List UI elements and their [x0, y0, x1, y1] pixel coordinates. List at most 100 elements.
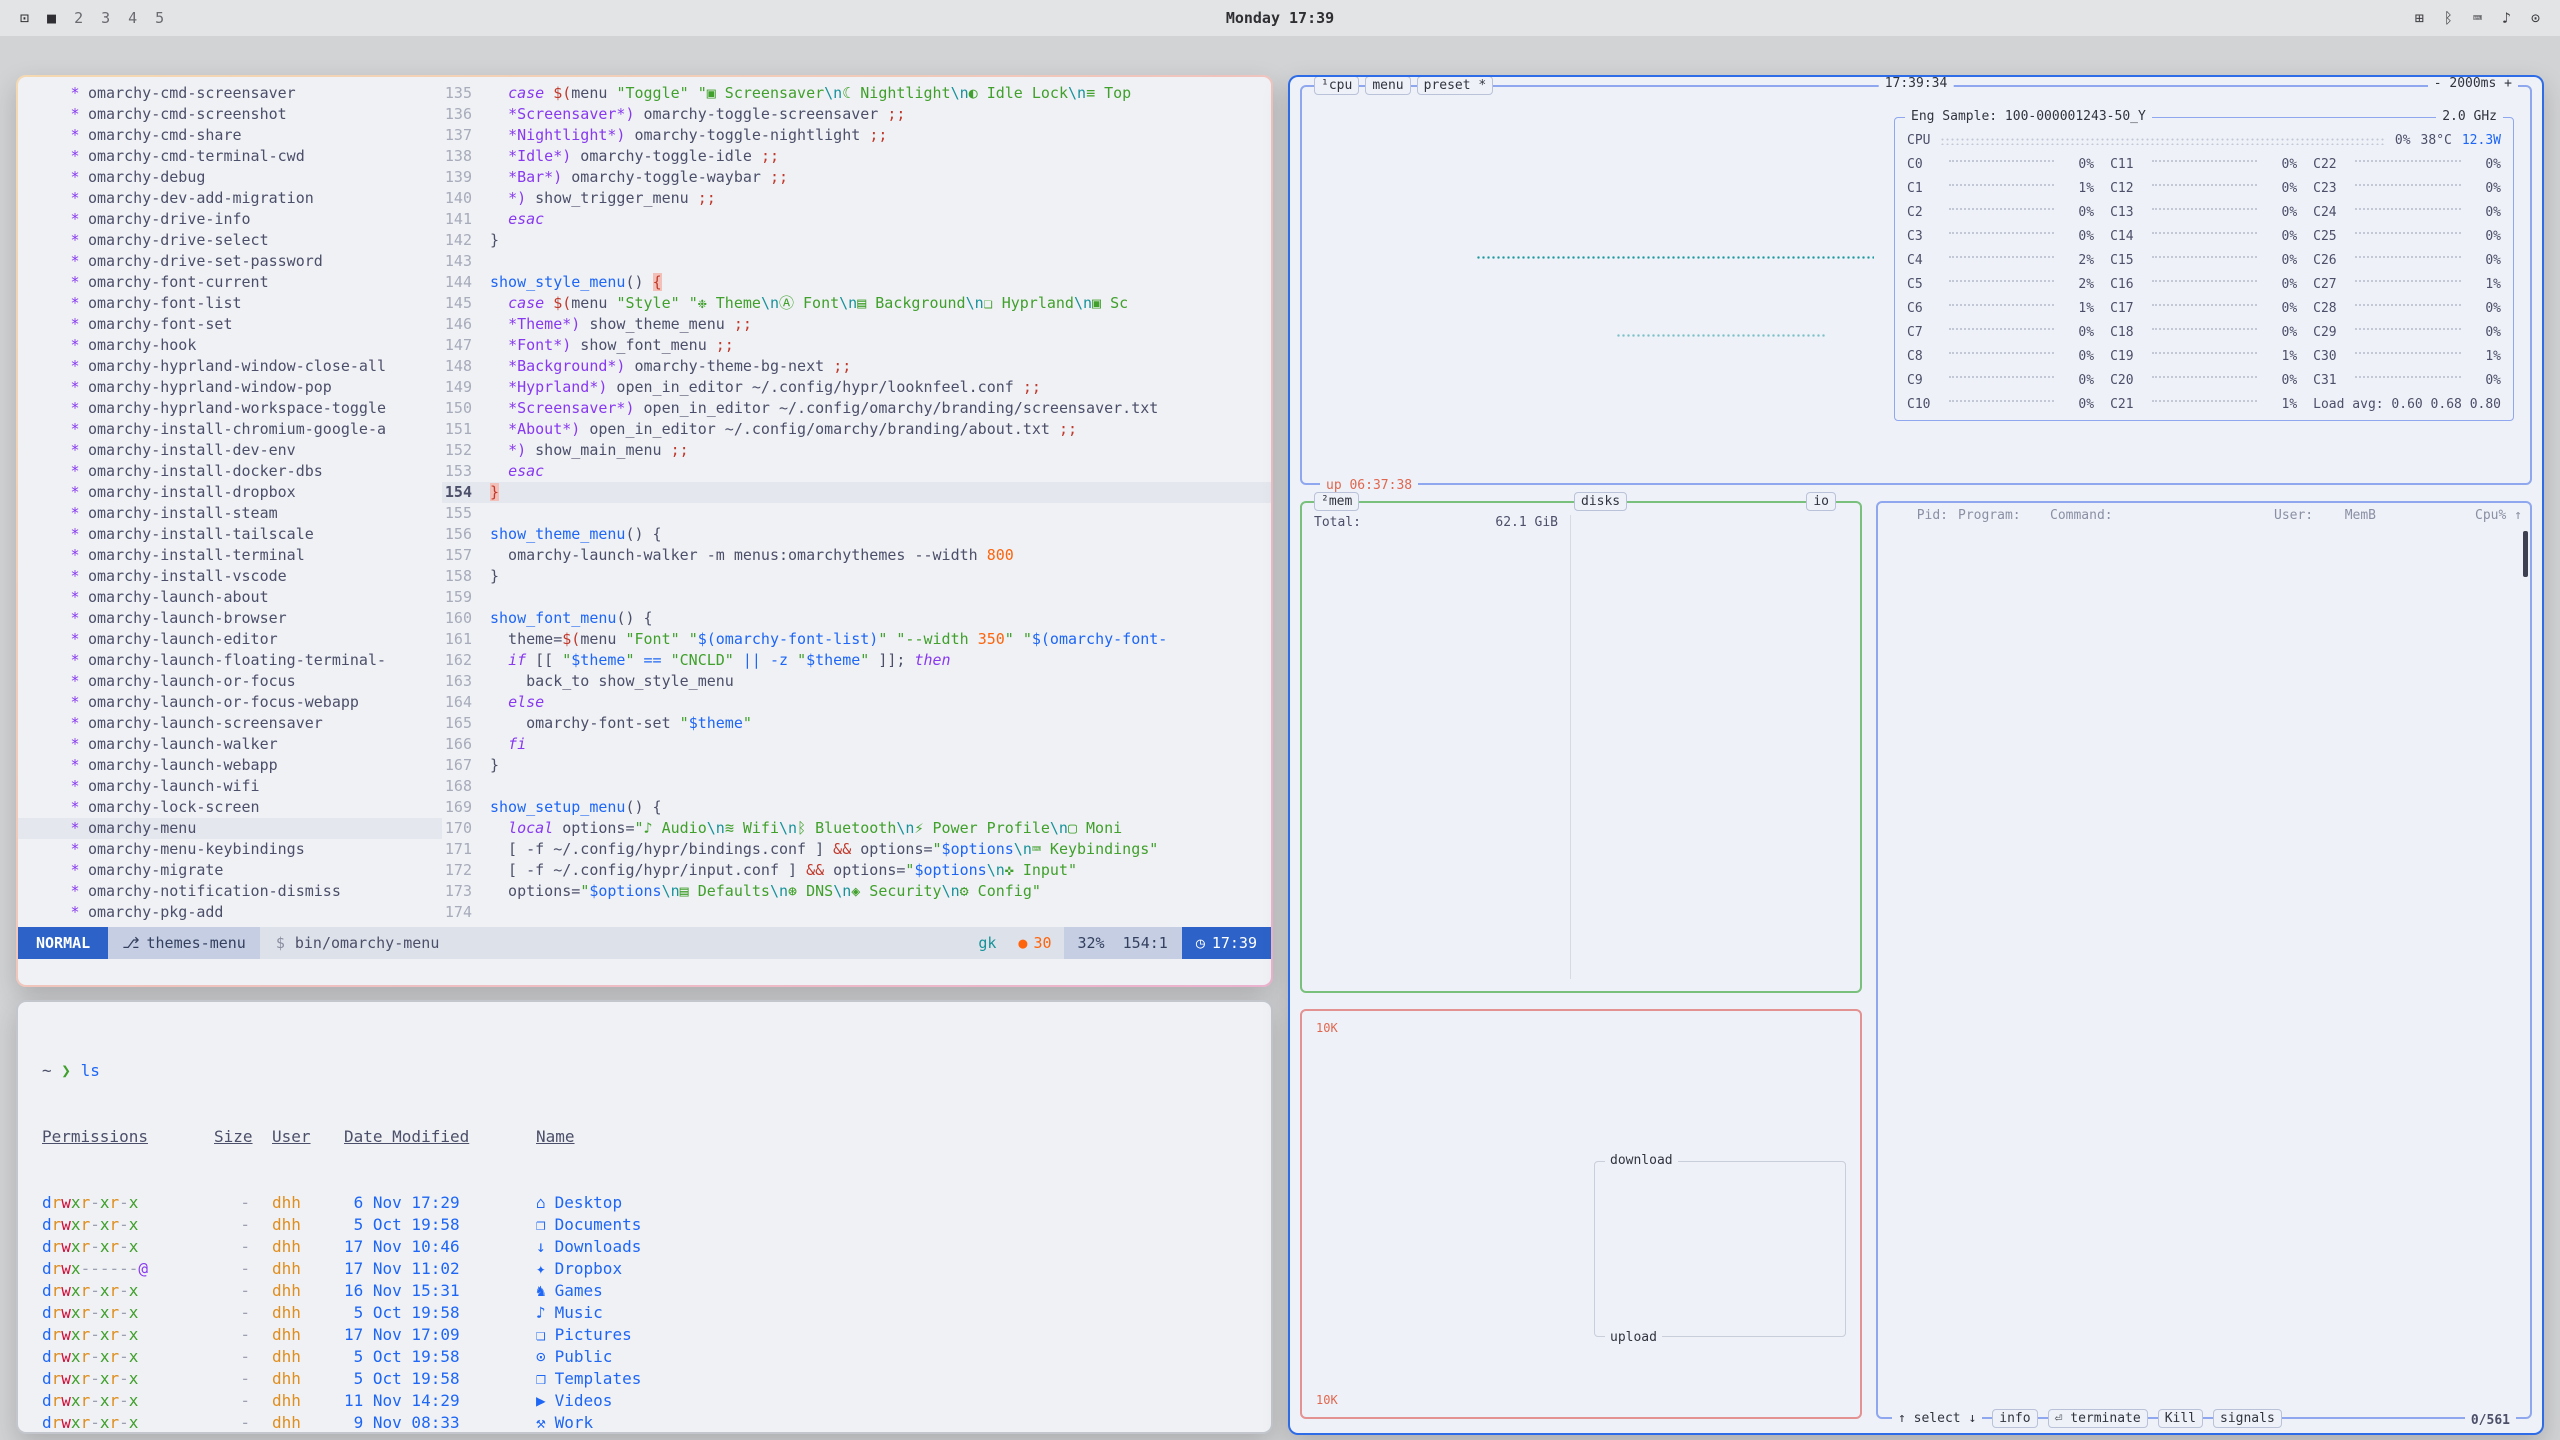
cpu-graph-line [1476, 255, 1874, 261]
line-number: 145 [442, 293, 490, 314]
keyboard-icon[interactable]: ⌨ [2473, 9, 2482, 27]
col-cpu[interactable]: Cpu% ↑ [2466, 508, 2522, 523]
file-item[interactable]: *omarchy-font-current [18, 272, 442, 293]
file-item[interactable]: *omarchy-launch-or-focus [18, 671, 442, 692]
file-item[interactable]: *omarchy-cmd-screenshot [18, 104, 442, 125]
cell-date: 17 Nov 10:46 [344, 1236, 536, 1258]
core-leader [2355, 160, 2461, 162]
file-item[interactable]: *omarchy-menu-keybindings [18, 839, 442, 860]
file-item[interactable]: *omarchy-launch-editor [18, 629, 442, 650]
col-pid[interactable]: Pid: [1888, 508, 1948, 523]
folder-name[interactable]: Work [555, 1413, 594, 1432]
file-item[interactable]: *omarchy-launch-walker [18, 734, 442, 755]
file-item[interactable]: *omarchy-install-steam [18, 503, 442, 524]
file-item[interactable]: *omarchy-notification-dismiss [18, 881, 442, 902]
cpu-tab-2[interactable]: menu [1365, 77, 1410, 95]
cell-size: - [214, 1324, 272, 1346]
folder-name[interactable]: Dropbox [555, 1259, 622, 1278]
update-interval[interactable]: - 2000ms + [2428, 77, 2518, 91]
folder-name[interactable]: Templates [555, 1369, 642, 1388]
file-item[interactable]: *omarchy-migrate [18, 860, 442, 881]
folder-name[interactable]: Desktop [555, 1193, 622, 1212]
file-item[interactable]: *omarchy-install-dropbox [18, 482, 442, 503]
file-item[interactable]: *omarchy-menu [18, 818, 442, 839]
workspace-3[interactable]: 2 [74, 9, 83, 27]
cpu-tab-1[interactable]: ¹cpu [1314, 77, 1359, 95]
file-item[interactable]: *omarchy-cmd-share [18, 125, 442, 146]
file-item[interactable]: *omarchy-install-terminal [18, 545, 442, 566]
workspace-1[interactable]: ⊡ [20, 9, 29, 27]
col-user[interactable]: User: [2274, 508, 2330, 523]
file-item[interactable]: *omarchy-dev-add-migration [18, 188, 442, 209]
file-item[interactable]: *omarchy-pkg-add [18, 902, 442, 923]
file-item[interactable]: *omarchy-drive-select [18, 230, 442, 251]
file-item[interactable]: *omarchy-launch-browser [18, 608, 442, 629]
ls-rows: drwxr-xr-x-dhh 6 Nov 17:29⌂Desktopdrwxr-… [42, 1192, 1247, 1432]
col-command[interactable]: Command: [2050, 508, 2274, 523]
file-item[interactable]: *omarchy-launch-screensaver [18, 713, 442, 734]
cell-date: 5 Oct 19:58 [344, 1302, 536, 1324]
folder-name[interactable]: Games [555, 1281, 603, 1300]
core-leader [2152, 304, 2257, 306]
file-item[interactable]: *omarchy-launch-or-focus-webapp [18, 692, 442, 713]
folder-name[interactable]: Music [555, 1303, 603, 1322]
io-tab[interactable]: io [1806, 492, 1836, 511]
folder-name[interactable]: Public [555, 1347, 613, 1366]
col-memb[interactable]: MemB [2330, 508, 2376, 523]
folder-name[interactable]: Downloads [555, 1237, 642, 1256]
file-item[interactable]: *omarchy-hyprland-window-pop [18, 377, 442, 398]
info-button[interactable]: info [1992, 1409, 2037, 1428]
folder-name[interactable]: Documents [555, 1215, 642, 1234]
proc-scrollbar[interactable] [2523, 531, 2528, 577]
bluetooth-icon[interactable]: ᛒ [2444, 9, 2453, 27]
screenshare-icon[interactable]: ⊞ [2415, 9, 2424, 27]
folder-icon: ❏ [536, 1325, 546, 1344]
disks-tab[interactable]: disks [1574, 492, 1627, 511]
file-item[interactable]: *omarchy-launch-floating-terminal- [18, 650, 442, 671]
mem-tab[interactable]: ²mem [1314, 492, 1359, 511]
select-hint[interactable]: ↑ select ↓ [1892, 1411, 1982, 1426]
folder-name[interactable]: Videos [555, 1391, 613, 1410]
workspace-2[interactable]: ■ [47, 9, 56, 27]
core-name: C8 [1907, 349, 1943, 364]
cpu-tab-3[interactable]: preset * [1417, 77, 1494, 95]
folder-name[interactable]: Pictures [555, 1325, 632, 1344]
file-icon: * [62, 545, 88, 566]
col-program[interactable]: Program: [1958, 508, 2050, 523]
file-item[interactable]: *omarchy-install-chromium-google-a [18, 419, 442, 440]
file-item[interactable]: *omarchy-font-list [18, 293, 442, 314]
power-icon[interactable]: ⊙ [2531, 9, 2540, 27]
file-item[interactable]: *omarchy-lock-screen [18, 797, 442, 818]
file-item[interactable]: *omarchy-launch-about [18, 587, 442, 608]
core-row: C271% [2313, 272, 2501, 296]
core-name: C18 [2110, 325, 2146, 340]
editor-body[interactable]: *omarchy-cmd-screensaver*omarchy-cmd-scr… [18, 77, 1271, 927]
workspace-5[interactable]: 4 [128, 9, 137, 27]
file-item[interactable]: *omarchy-debug [18, 167, 442, 188]
file-item[interactable]: *omarchy-install-vscode [18, 566, 442, 587]
signals-button[interactable]: signals [2213, 1409, 2282, 1428]
file-item[interactable]: *omarchy-hyprland-window-close-all [18, 356, 442, 377]
file-item[interactable]: *omarchy-drive-info [18, 209, 442, 230]
line-number: 158 [442, 566, 490, 587]
file-item[interactable]: *omarchy-launch-wifi [18, 776, 442, 797]
file-item[interactable]: *omarchy-install-dev-env [18, 440, 442, 461]
workspace-4[interactable]: 3 [101, 9, 110, 27]
file-item[interactable]: *omarchy-cmd-terminal-cwd [18, 146, 442, 167]
file-icon: * [62, 671, 88, 692]
volume-icon[interactable]: ♪ [2502, 9, 2511, 27]
terminate-button[interactable]: ⏎ terminate [2048, 1409, 2148, 1428]
file-item[interactable]: *omarchy-hook [18, 335, 442, 356]
cell-user: dhh [272, 1346, 344, 1368]
file-name: omarchy-pkg-add [88, 902, 223, 923]
file-item[interactable]: *omarchy-drive-set-password [18, 251, 442, 272]
file-item[interactable]: *omarchy-font-set [18, 314, 442, 335]
file-item[interactable]: *omarchy-cmd-screensaver [18, 83, 442, 104]
file-item[interactable]: *omarchy-install-tailscale [18, 524, 442, 545]
file-item[interactable]: *omarchy-launch-webapp [18, 755, 442, 776]
files-terminal-body[interactable]: ~ ❯ ls Permissions Size User Date Modifi… [18, 1002, 1271, 1432]
kill-button[interactable]: Kill [2158, 1409, 2203, 1428]
workspace-6[interactable]: 5 [155, 9, 164, 27]
file-item[interactable]: *omarchy-install-docker-dbs [18, 461, 442, 482]
file-item[interactable]: *omarchy-hyprland-workspace-toggle [18, 398, 442, 419]
